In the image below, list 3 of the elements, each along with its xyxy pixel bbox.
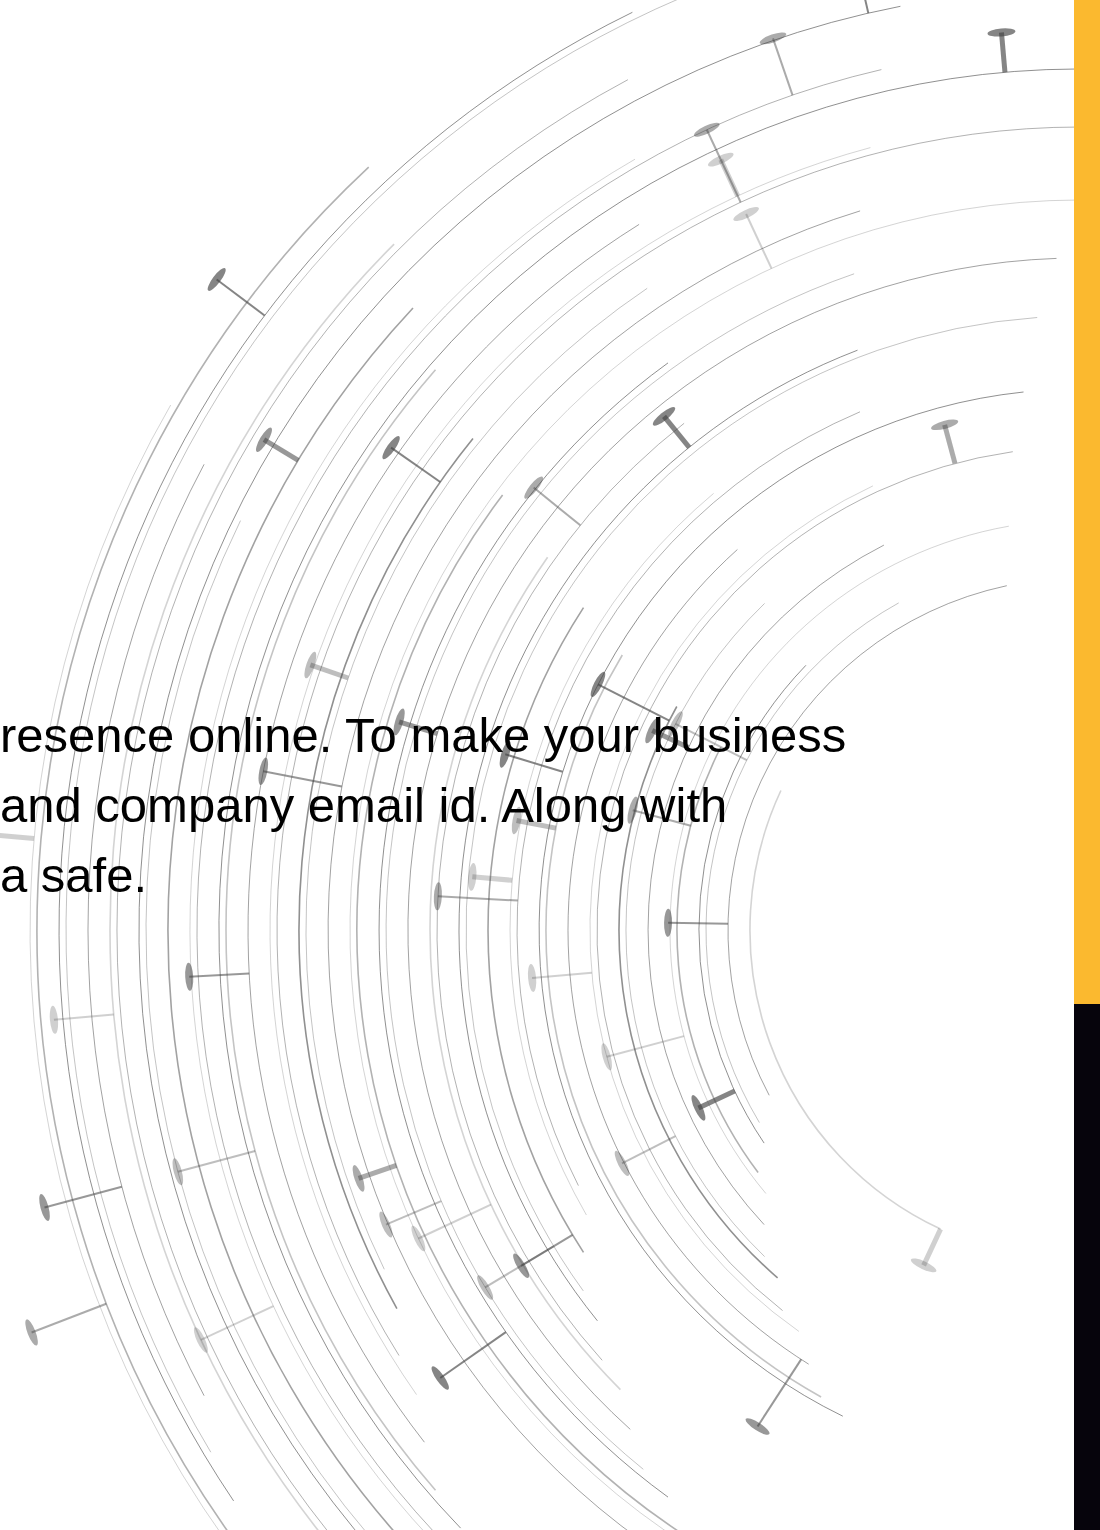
paragraph-line: and company email id. Along with [0,777,729,834]
paragraph-line: a safe. [0,847,149,904]
paragraph-line: resence online. To make your business [0,707,847,764]
